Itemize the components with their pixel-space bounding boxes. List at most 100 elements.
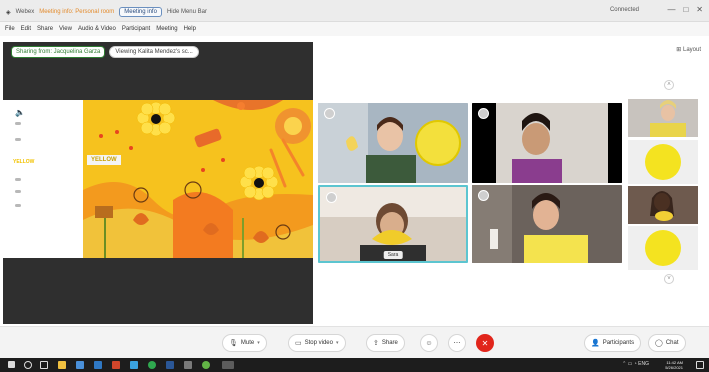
video-tile-2[interactable] [472, 103, 622, 183]
participant-status-icon [478, 108, 489, 119]
slide-tool-3[interactable] [15, 178, 21, 181]
participant-video-3 [320, 187, 466, 261]
menu-meeting[interactable]: Meeting [156, 26, 177, 32]
clock[interactable]: 11:42 AM 5/26/2021 [665, 360, 683, 370]
store-icon[interactable] [76, 361, 84, 369]
reactions-button[interactable]: ☺ [420, 334, 438, 352]
slide-tool-5[interactable] [15, 204, 21, 207]
participant-video-4 [472, 185, 622, 263]
meeting-controls-bar: 🎙 Mute ▾ ▭ Stop video ▾ ⇪ Share ☺ ⋯ ✕ 👤 … [0, 326, 709, 358]
minimize-button[interactable]: — [667, 5, 675, 14]
viewing-tag[interactable]: Viewing Kalita Mendez's sc... [109, 46, 199, 58]
app-logo-icon: ◈ [6, 9, 11, 16]
slide-tool-4[interactable] [15, 190, 21, 193]
stop-video-label: Stop video [304, 340, 333, 346]
close-button[interactable]: ✕ [696, 5, 703, 14]
mute-label: Mute [240, 340, 255, 346]
share-button[interactable]: ⇪ Share [366, 334, 405, 352]
mail-icon[interactable] [94, 361, 102, 369]
search-icon[interactable] [24, 361, 32, 369]
layout-label: Layout [682, 47, 701, 53]
close-icon: ✕ [481, 338, 489, 348]
task-view-icon[interactable] [40, 361, 48, 369]
more-options-button[interactable]: ⋯ [448, 334, 466, 352]
edge-icon[interactable] [130, 361, 138, 369]
active-app-icon[interactable] [222, 361, 234, 369]
filmstrip-tile-4[interactable] [628, 226, 698, 270]
share-icon: ⇪ [373, 340, 379, 347]
microphone-icon: 🎙 [229, 340, 238, 347]
slide-label-tag: YELLOW [87, 155, 121, 165]
meeting-info-button[interactable]: Meeting info [119, 7, 162, 17]
filmstrip-tile-2[interactable] [628, 140, 698, 184]
filmstrip-up-icon[interactable]: ˄ [664, 80, 674, 90]
video-camera-icon: ▭ [295, 340, 302, 347]
filmstrip-tile-1[interactable] [628, 99, 698, 137]
menu-file[interactable]: File [5, 26, 15, 32]
filmstrip-down-icon[interactable]: ˅ [664, 274, 674, 284]
sharing-from-tag: Sharing from: Jacquelina Garza [11, 46, 106, 58]
menu-bar: File Edit Share View Audio & Video Parti… [0, 22, 709, 36]
notification-icon[interactable] [696, 361, 704, 369]
menu-share[interactable]: Share [37, 26, 53, 32]
hide-menu-bar-link[interactable]: Hide Menu Bar [167, 9, 207, 15]
participants-label: Participants [602, 340, 635, 346]
clock-date: 5/26/2021 [665, 365, 683, 370]
video-tile-3[interactable]: Sara [318, 185, 468, 263]
yellow-circle-card [645, 144, 681, 180]
title-bar: ◈ Webex Meeting info: Personal room Meet… [0, 0, 709, 22]
maximize-button[interactable]: □ [683, 5, 688, 14]
yellow-artwork-image [83, 100, 313, 258]
slide-word-text: YELLOW [13, 159, 35, 165]
meeting-info-text[interactable]: Meeting info: Personal room [39, 9, 114, 15]
meeting-stage: Sharing from: Jacquelina Garza Viewing K… [0, 36, 709, 326]
word-icon[interactable] [166, 361, 174, 369]
chevron-down-icon[interactable]: ▾ [257, 340, 260, 346]
participant-video-1 [318, 103, 468, 183]
video-tile-4[interactable] [472, 185, 622, 263]
os-taskbar: ⌃ ▭ ◔ ENG 11:42 AM 5/26/2021 [0, 358, 709, 372]
chat-button[interactable]: ◯ Chat [648, 334, 686, 352]
speaker-name-label: Sara [383, 251, 403, 259]
people-icon: 👤 [591, 340, 600, 347]
chevron-down-icon[interactable]: ▾ [336, 340, 339, 346]
connection-status[interactable]: Connected [610, 7, 639, 13]
slide-tool-2[interactable] [15, 138, 21, 141]
filmstrip-tile-3[interactable] [628, 186, 698, 224]
system-tray-icons[interactable]: ⌃ ▭ ◔ ENG [622, 361, 649, 367]
filmstrip-video-3 [628, 186, 698, 224]
participant-status-icon [326, 192, 337, 203]
window-controls: — □ ✕ [667, 5, 703, 14]
share-tags: Sharing from: Jacquelina Garza Viewing K… [11, 46, 199, 58]
participant-status-icon [478, 190, 489, 201]
powerpoint-icon[interactable] [112, 361, 120, 369]
participants-button[interactable]: 👤 Participants [584, 334, 642, 352]
title-left: ◈ Webex Meeting info: Personal room Meet… [6, 7, 207, 17]
slide-tool-1[interactable] [15, 122, 21, 125]
video-tile-1[interactable] [318, 103, 468, 183]
yellow-circle-card [645, 230, 681, 266]
menu-view[interactable]: View [59, 26, 72, 32]
grid-layout-icon: ⊞ [676, 47, 682, 53]
photos-icon[interactable] [184, 361, 192, 369]
layout-button[interactable]: ⊞ Layout [676, 46, 701, 53]
end-meeting-button[interactable]: ✕ [476, 334, 494, 352]
menu-edit[interactable]: Edit [21, 26, 31, 32]
shared-slide: 🔈 YELLOW YELLOW [3, 100, 313, 258]
participant-video-2 [472, 103, 622, 183]
file-explorer-icon[interactable] [58, 361, 66, 369]
mute-button[interactable]: 🎙 Mute ▾ [222, 334, 267, 352]
stop-video-button[interactable]: ▭ Stop video ▾ [288, 334, 346, 352]
webex-icon[interactable] [202, 361, 210, 369]
menu-audio-video[interactable]: Audio & Video [78, 26, 116, 32]
menu-help[interactable]: Help [184, 26, 196, 32]
chat-bubble-icon: ◯ [655, 340, 663, 347]
smiley-icon: ☺ [425, 339, 433, 347]
chat-label: Chat [665, 340, 679, 346]
windows-start-icon[interactable] [8, 361, 15, 368]
participant-status-icon [324, 108, 335, 119]
menu-participant[interactable]: Participant [122, 26, 150, 32]
share-label: Share [381, 340, 398, 346]
chrome-icon[interactable] [148, 361, 156, 369]
speaker-icon[interactable]: 🔈 [15, 108, 25, 117]
